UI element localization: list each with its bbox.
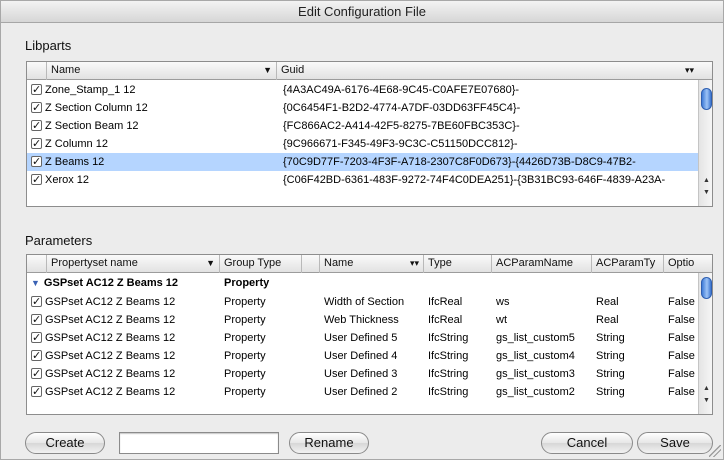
scroll-thumb[interactable] [701,277,712,299]
row-checkbox[interactable] [31,99,42,117]
row-checkbox[interactable] [31,171,42,189]
libparts-guid-column-header[interactable]: Guid ▾▾ [277,62,712,80]
libparts-row[interactable]: Xerox 12 {C06F42BD-6361-483F-9272-74F4C0… [27,171,698,189]
row-checkbox[interactable] [31,365,42,383]
create-button[interactable]: Create [25,432,105,454]
libparts-check-column-header[interactable] [27,62,47,80]
parameters-table: Propertyset name ▼ Group Type Name ▾▾ Ty… [26,254,713,415]
libparts-table: Name ▼ Guid ▾▾ Zone_Stamp_1 12 {4A3AC49A… [26,61,713,207]
row-checkbox[interactable] [31,383,42,401]
row-checkbox[interactable] [31,81,42,99]
libparts-row-selected[interactable]: Z Beams 12 {70C9D77F-7203-4F3F-A718-2307… [27,153,698,171]
row-checkbox[interactable] [31,153,42,171]
row-checkbox[interactable] [31,117,42,135]
parameters-row[interactable]: GSPset AC12 Z Beams 12 Property Width of… [27,293,698,311]
row-checkbox[interactable] [31,311,42,329]
parameters-row[interactable]: GSPset AC12 Z Beams 12 Property Web Thic… [27,311,698,329]
libparts-row[interactable]: Zone_Stamp_1 12 {4A3AC49A-6176-4E68-9C45… [27,81,698,99]
parameters-label: Parameters [25,233,93,248]
resize-grip-icon[interactable] [709,445,721,457]
parameters-row[interactable]: GSPset AC12 Z Beams 12 Property User Def… [27,365,698,383]
parameters-row[interactable]: GSPset AC12 Z Beams 12 Property User Def… [27,383,698,401]
propertyset-name-column-header[interactable]: Propertyset name ▼ [47,255,220,273]
parameters-scrollbar[interactable]: ▲ ▼ [698,273,712,414]
parameters-header: Propertyset name ▼ Group Type Name ▾▾ Ty… [27,255,712,273]
disclosure-triangle-icon[interactable]: ▼ [31,278,40,288]
parameters-group-row[interactable]: ▼ GSPset AC12 Z Beams 12 Property [27,274,698,292]
column-menu-icon: ▾▾ [409,258,419,268]
row-checkbox[interactable] [31,293,42,311]
sort-arrow-icon: ▼ [206,258,215,268]
libparts-scrollbar[interactable]: ▲ ▼ [698,80,712,206]
column-menu-icon: ▾▾ [684,65,694,75]
options-column-header[interactable]: Optio [664,255,712,273]
rename-button[interactable]: Rename [289,432,369,454]
spacer-column-header [302,255,320,273]
name-column-header[interactable]: Name ▾▾ [320,255,424,273]
name-input[interactable] [119,432,279,454]
parameters-check-column-header[interactable] [27,255,47,273]
sort-arrow-icon: ▼ [263,65,272,75]
scroll-down-arrow-icon[interactable]: ▼ [699,395,712,406]
acparamname-column-header[interactable]: ACParamName [492,255,592,273]
libparts-name-column-header[interactable]: Name ▼ [47,62,277,80]
libparts-row[interactable]: Z Section Column 12 {0C6454F1-B2D2-4774-… [27,99,698,117]
libparts-row[interactable]: Z Section Beam 12 {FC866AC2-A414-42F5-82… [27,117,698,135]
parameters-row[interactable]: GSPset AC12 Z Beams 12 Property User Def… [27,329,698,347]
edit-configuration-window: Edit Configuration File Libparts Name ▼ … [0,0,724,460]
libparts-row[interactable]: Z Column 12 {9C966671-F345-49F3-9C3C-C51… [27,135,698,153]
type-column-header[interactable]: Type [424,255,492,273]
libparts-label: Libparts [25,38,72,53]
save-button[interactable]: Save [637,432,713,454]
cancel-button[interactable]: Cancel [541,432,633,454]
parameters-row[interactable]: GSPset AC12 Z Beams 12 Property User Def… [27,347,698,365]
scroll-thumb[interactable] [701,88,712,110]
acparamtype-column-header[interactable]: ACParamTy [592,255,664,273]
row-checkbox[interactable] [31,347,42,365]
libparts-header: Name ▼ Guid ▾▾ [27,62,712,80]
group-type-column-header[interactable]: Group Type [220,255,302,273]
window-title: Edit Configuration File [1,1,723,23]
scroll-up-arrow-icon[interactable]: ▲ [699,383,712,394]
scroll-up-arrow-icon[interactable]: ▲ [699,175,712,186]
row-checkbox[interactable] [31,329,42,347]
scroll-down-arrow-icon[interactable]: ▼ [699,187,712,198]
row-checkbox[interactable] [31,135,42,153]
